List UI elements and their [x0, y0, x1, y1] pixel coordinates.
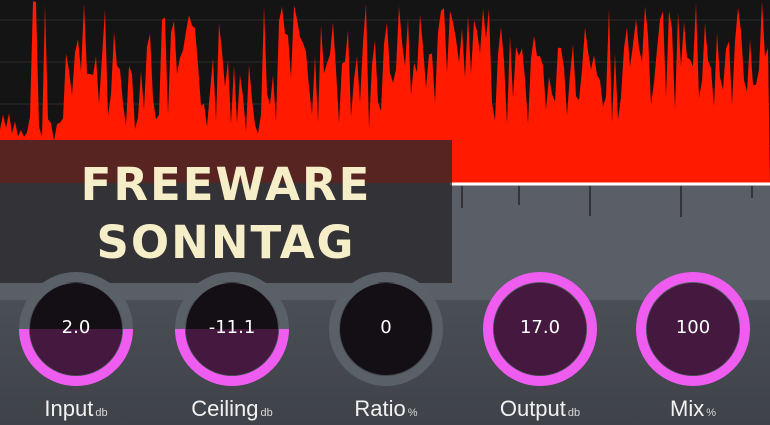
input-knob-value: 2.0 — [61, 317, 91, 338]
input-label-text: Input — [44, 396, 94, 421]
output-knob-value: 17.0 — [519, 317, 561, 338]
ratio-unit: % — [407, 407, 418, 419]
output-label-text: Output — [499, 396, 566, 421]
mix-label-text: Mix — [670, 396, 705, 421]
ratio-label-text: Ratio — [354, 396, 406, 421]
input-label: Input db — [1, 396, 151, 422]
mix-unit: % — [706, 407, 716, 419]
banner-title-line-2: SONNTAG — [96, 216, 356, 269]
banner-title-line-1: FREEWARE — [80, 158, 372, 211]
mix-knob-value: 100 — [675, 317, 711, 338]
ceiling-unit: db — [260, 407, 273, 419]
plugin-interface: FREEWARE SONNTAG 2.0 Input db -11.1 Ceili… — [0, 0, 770, 425]
ratio-knob-value: 0 — [380, 317, 392, 338]
ceiling-label-text: Ceiling — [191, 396, 259, 421]
ratio-label: Ratio% — [311, 396, 461, 422]
output-label: Output db — [465, 396, 615, 422]
mix-label: Mix% — [618, 396, 768, 422]
output-unit: db — [567, 407, 581, 419]
ceiling-knob[interactable]: -11.1 — [173, 270, 291, 388]
ratio-knob[interactable]: 0 — [327, 270, 445, 388]
ceiling-knob-value: -11.1 — [208, 317, 256, 338]
input-unit: db — [95, 407, 108, 419]
input-knob[interactable]: 2.0 — [17, 270, 135, 388]
output-knob[interactable]: 17.0 — [481, 270, 599, 388]
ceiling-label: Ceiling db — [157, 396, 307, 422]
mix-knob[interactable]: 100 — [634, 270, 752, 388]
title-banner: FREEWARE SONNTAG — [0, 140, 452, 283]
